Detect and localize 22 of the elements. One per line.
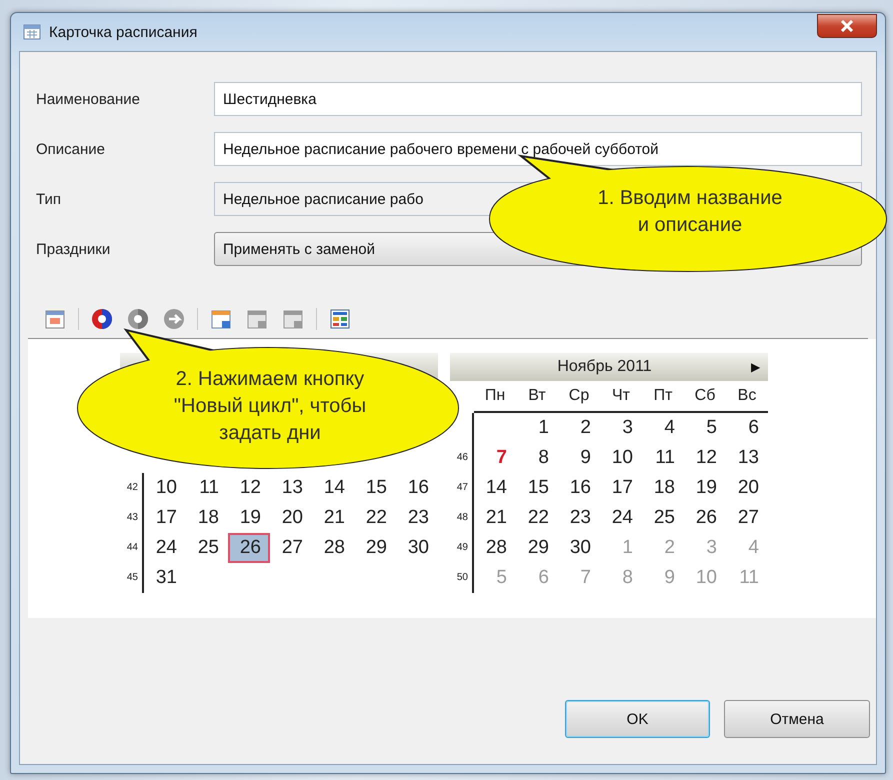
week-number: 46 — [450, 443, 474, 473]
month-title: Ноябрь 2011 — [556, 358, 653, 376]
field-label: Праздники — [36, 240, 112, 258]
week-number: 42 — [120, 473, 144, 503]
field-label: Наименование — [36, 90, 141, 108]
window-title: Карточка расписания — [49, 24, 198, 40]
weekday-label: Чт — [611, 387, 631, 405]
weekday-label: Ср — [568, 387, 590, 405]
weekday-label: Вт — [527, 387, 547, 405]
weekday-label: Пн — [484, 387, 506, 405]
weekday-label: Пт — [652, 387, 674, 405]
week-number: 48 — [450, 503, 474, 533]
weekday-label: Вс — [736, 387, 758, 405]
field-label: Тип — [36, 190, 62, 208]
weekday-label: Сб — [694, 387, 716, 405]
week-number: 45 — [120, 563, 144, 593]
week-number: 44 — [120, 533, 144, 563]
week-number: 43 — [120, 503, 144, 533]
week-number: 50 — [450, 563, 474, 593]
field-label: Описание — [36, 140, 106, 158]
week-number: 49 — [450, 533, 474, 563]
week-number: 47 — [450, 473, 474, 503]
